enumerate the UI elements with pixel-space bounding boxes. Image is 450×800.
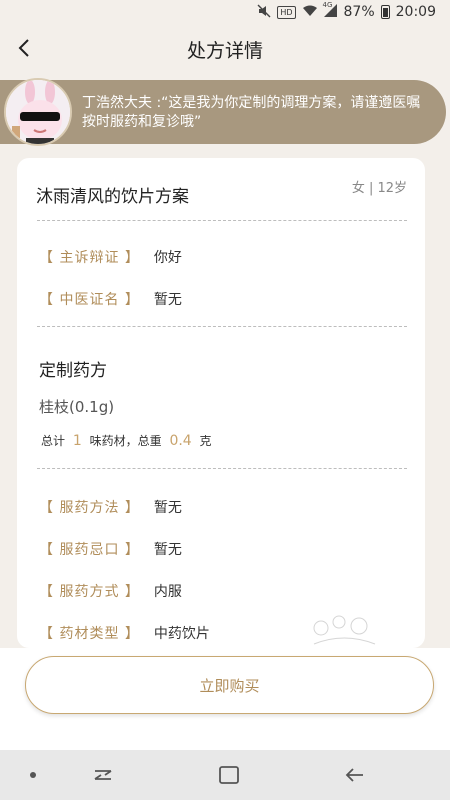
status-bar: HD 4G 87% 20:09 <box>0 0 450 24</box>
total-mid: 味药材，总重 <box>89 434 162 448</box>
herb-type-label: 【 药材类型 】 <box>39 626 140 642</box>
herb-type-row: 【 药材类型 】 中药饮片 <box>39 623 210 643</box>
nav-bar: 处方详情 <box>0 24 450 74</box>
herb-decoration-icon <box>313 615 376 645</box>
signal-icon: 4G <box>322 1 338 20</box>
chevron-left-icon <box>18 39 29 57</box>
back-nav-icon[interactable] <box>340 762 370 788</box>
herb-type-value: 中药饮片 <box>153 626 210 642</box>
hd-badge: HD <box>277 5 296 19</box>
system-nav-bar <box>0 750 450 800</box>
back-button[interactable] <box>8 32 40 64</box>
complaint-row: 【 主诉辩证 】 你好 <box>39 247 182 267</box>
page-title: 处方详情 <box>186 39 263 62</box>
total-count: 1 <box>72 433 82 449</box>
battery-icon <box>380 5 390 19</box>
recents-icon[interactable] <box>88 762 118 788</box>
divider <box>37 220 407 221</box>
diagnosis-value: 暂无 <box>153 292 182 308</box>
doctor-banner: 丁浩然大夫 :“这是我为你定制的调理方案，请谨遵医嘱按时服药和复诊哦” <box>0 78 446 146</box>
rabbit-avatar-icon <box>6 80 70 144</box>
diagnosis-label: 【 中医证名 】 <box>39 292 140 308</box>
prescription-card: 沐雨清风的饮片方案 女 | 12岁 【 主诉辩证 】 你好 【 中医证名 】 暂… <box>17 158 425 648</box>
doctor-avatar[interactable] <box>4 78 72 146</box>
mute-icon <box>257 4 271 21</box>
nav-dot-icon[interactable] <box>18 762 48 788</box>
taboo-value: 暂无 <box>153 542 182 558</box>
buy-now-button[interactable]: 立即购买 <box>25 656 434 714</box>
usage-mode-value: 内服 <box>153 584 182 600</box>
divider <box>37 326 407 327</box>
usage-method-value: 暂无 <box>153 500 182 516</box>
plan-title: 沐雨清风的饮片方案 <box>36 187 189 207</box>
usage-method-label: 【 服药方法 】 <box>39 500 140 516</box>
total-weight: 0.4 <box>169 433 192 449</box>
usage-mode-label: 【 服药方式 】 <box>39 584 140 600</box>
taboo-row: 【 服药忌口 】 暂无 <box>39 539 182 559</box>
patient-info: 女 | 12岁 <box>351 181 407 196</box>
prescription-section-title: 定制药方 <box>39 361 107 381</box>
home-icon[interactable] <box>214 762 244 788</box>
usage-mode-row: 【 服药方式 】 内服 <box>39 581 182 601</box>
divider <box>37 468 407 469</box>
battery-percent: 87% <box>343 4 375 20</box>
total-unit: 克 <box>199 434 212 448</box>
clock: 20:09 <box>395 4 436 20</box>
taboo-label: 【 服药忌口 】 <box>39 542 140 558</box>
total-prefix: 总计 <box>41 434 66 448</box>
diagnosis-row: 【 中医证名 】 暂无 <box>39 289 182 309</box>
total-summary: 总计 1 味药材，总重 0.4 克 <box>41 432 212 449</box>
complaint-value: 你好 <box>153 250 182 266</box>
doctor-message: 丁浩然大夫 :“这是我为你定制的调理方案，请谨遵医嘱按时服药和复诊哦” <box>82 95 421 130</box>
usage-method-row: 【 服药方法 】 暂无 <box>39 497 182 517</box>
wifi-icon <box>302 5 318 20</box>
network-label: 4G <box>322 1 333 9</box>
complaint-label: 【 主诉辩证 】 <box>39 250 140 266</box>
herb-item: 桂枝(0.1g) <box>39 398 115 416</box>
